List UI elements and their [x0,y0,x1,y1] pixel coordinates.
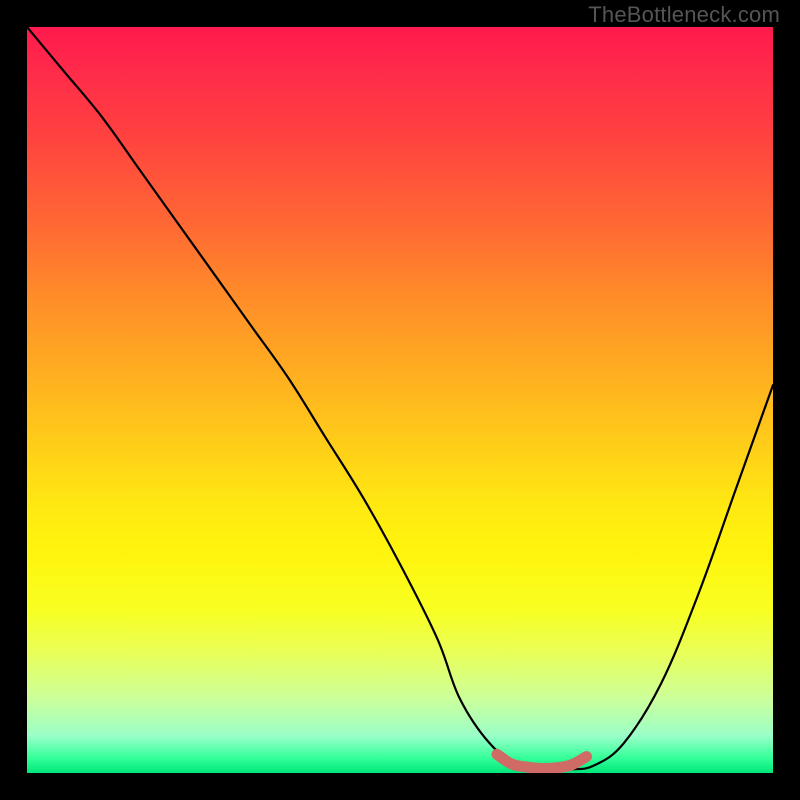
chart-frame: TheBottleneck.com [0,0,800,800]
curve-svg [27,27,773,773]
plot-area [27,27,773,773]
attribution-label: TheBottleneck.com [588,2,780,28]
bottleneck-curve [27,27,773,770]
sweet-spot-band [497,754,587,768]
